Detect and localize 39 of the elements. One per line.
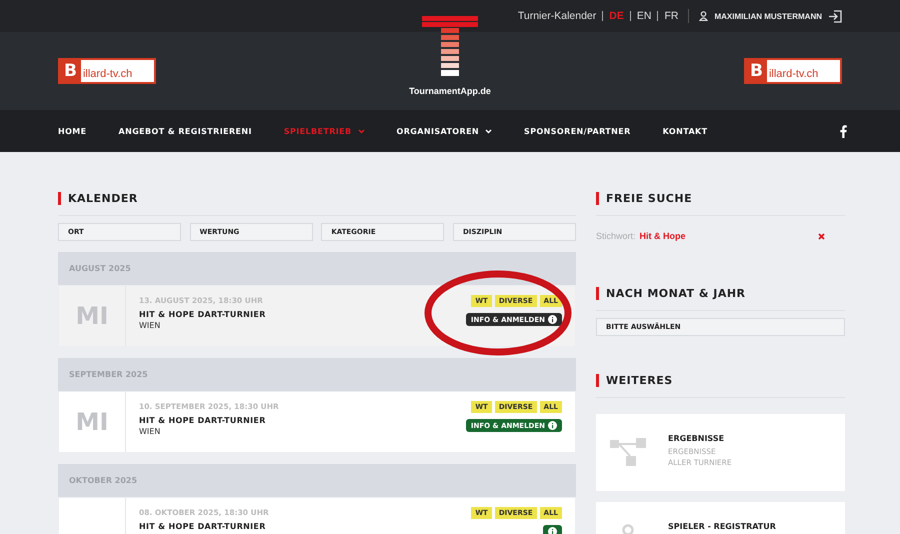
card-title: SPIELER - REGISTRATUR bbox=[668, 522, 776, 531]
event-title: HIT & HOPE DART-TURNIER bbox=[139, 310, 267, 319]
calendar-link[interactable]: Turnier-Kalender bbox=[518, 10, 596, 22]
logo-text: TournamentApp.de bbox=[409, 86, 491, 96]
section-heading: KALENDER bbox=[58, 192, 576, 205]
info-icon bbox=[548, 527, 557, 534]
logo[interactable]: B illard-tv.ch bbox=[744, 58, 842, 84]
language-link[interactable]: FR bbox=[664, 10, 678, 22]
diagram-icon bbox=[610, 438, 646, 468]
facebook-icon[interactable] bbox=[840, 124, 847, 138]
month-header: OKTOBER 2025 bbox=[58, 464, 576, 497]
card-title: ERGEBNISSE bbox=[668, 434, 726, 443]
user-icon bbox=[699, 11, 708, 21]
info-icon bbox=[548, 315, 557, 324]
logo[interactable]: B illard-tv.ch bbox=[58, 58, 156, 84]
nav-item[interactable]: HOME bbox=[58, 126, 87, 136]
section-heading: NACH MONAT & JAHR bbox=[596, 287, 845, 300]
close-icon[interactable] bbox=[818, 232, 825, 240]
event-title: HIT & HOPE DART-TURNIER bbox=[139, 522, 267, 531]
month-header: AUGUST 2025 bbox=[58, 252, 576, 285]
nav-item[interactable]: ORGANISATOREN bbox=[396, 126, 492, 136]
event-place: WIEN bbox=[139, 427, 162, 436]
weekday: MI bbox=[76, 408, 108, 436]
nav-item[interactable]: SPONSOREN/PARTNER bbox=[524, 126, 631, 136]
section-heading: WEITERES bbox=[596, 374, 845, 387]
event-place: WIEN bbox=[139, 321, 162, 330]
info-icon bbox=[548, 421, 557, 430]
user-name[interactable]: MAXIMILIAN MUSTERMANN bbox=[714, 12, 822, 20]
language-link[interactable]: EN bbox=[636, 10, 652, 22]
keyword-value: Hit & Hope bbox=[640, 231, 686, 241]
event-title: HIT & HOPE DART-TURNIER bbox=[139, 416, 267, 425]
month-header: SEPTEMBER 2025 bbox=[58, 358, 576, 391]
nav-item[interactable]: ANGEBOT & REGISTRIERENI bbox=[118, 126, 252, 136]
link-card[interactable]: SPIELER - REGISTRATUR bbox=[596, 502, 845, 534]
nav-item[interactable]: KONTAKT bbox=[662, 126, 708, 136]
keyword-label: Stichwort: bbox=[596, 231, 636, 241]
logout-icon[interactable] bbox=[828, 10, 842, 22]
section-heading: FREIE SUCHE bbox=[596, 192, 845, 205]
t-logo-icon[interactable] bbox=[420, 16, 480, 78]
